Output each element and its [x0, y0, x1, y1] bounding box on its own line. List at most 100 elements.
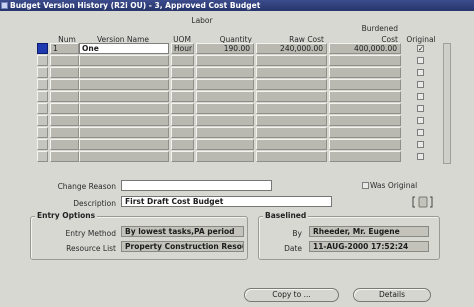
table-row[interactable]	[37, 139, 437, 151]
cell-num[interactable]	[50, 55, 79, 66]
cell-version-name[interactable]	[79, 55, 169, 66]
original-checkbox[interactable]: ✓	[417, 45, 424, 53]
cell-version-name[interactable]	[79, 67, 169, 78]
cell-version-name[interactable]	[79, 151, 169, 162]
cell-quantity[interactable]	[196, 115, 254, 126]
cell-raw-cost[interactable]	[256, 127, 327, 138]
cell-quantity[interactable]	[196, 67, 254, 78]
baselined-date-field[interactable]: 11-AUG-2000 17:52:24	[309, 241, 429, 252]
table-row[interactable]	[37, 103, 437, 115]
original-checkbox[interactable]	[417, 129, 424, 136]
table-row[interactable]	[37, 151, 437, 163]
cell-num[interactable]	[50, 139, 79, 150]
change-reason-field[interactable]	[121, 180, 272, 191]
details-button[interactable]: Details	[353, 288, 431, 302]
cell-burdened-cost[interactable]	[329, 67, 401, 78]
cell-num[interactable]	[50, 67, 79, 78]
cell-num[interactable]	[50, 127, 79, 138]
cell-quantity[interactable]	[196, 103, 254, 114]
cell-raw-cost[interactable]	[256, 139, 327, 150]
cell-uom[interactable]: Hour	[171, 43, 194, 54]
copy-to-button[interactable]: Copy to ...	[244, 288, 339, 302]
cell-quantity[interactable]	[196, 151, 254, 162]
cell-num[interactable]	[50, 79, 79, 90]
cell-uom[interactable]	[171, 127, 194, 138]
baselined-by-field[interactable]: Rheeder, Mr. Eugene	[309, 226, 429, 237]
cell-burdened-cost[interactable]: 400,000.00	[329, 43, 401, 54]
cell-burdened-cost[interactable]	[329, 91, 401, 102]
original-checkbox[interactable]	[417, 69, 424, 76]
row-selector[interactable]	[37, 103, 48, 114]
description-field[interactable]: First Draft Cost Budget	[121, 196, 332, 207]
row-selector[interactable]	[37, 127, 48, 138]
resource-list-field[interactable]: Property Construction Resourc	[121, 241, 244, 252]
cell-uom[interactable]	[171, 79, 194, 90]
row-selector[interactable]	[37, 67, 48, 78]
cell-uom[interactable]	[171, 67, 194, 78]
original-checkbox[interactable]	[417, 93, 424, 100]
table-row[interactable]	[37, 115, 437, 127]
cell-burdened-cost[interactable]	[329, 151, 401, 162]
original-checkbox[interactable]	[417, 141, 424, 148]
cell-uom[interactable]	[171, 103, 194, 114]
row-selector[interactable]	[37, 55, 48, 66]
cell-quantity[interactable]	[196, 139, 254, 150]
cell-num[interactable]	[50, 151, 79, 162]
cell-version-name[interactable]	[79, 79, 169, 90]
cell-uom[interactable]	[171, 139, 194, 150]
cell-version-name[interactable]	[79, 139, 169, 150]
row-selector[interactable]	[37, 91, 48, 102]
table-row[interactable]	[37, 127, 437, 139]
table-row[interactable]	[37, 55, 437, 67]
cell-raw-cost[interactable]	[256, 67, 327, 78]
cell-raw-cost[interactable]	[256, 91, 327, 102]
was-original-checkbox[interactable]	[362, 182, 369, 189]
cell-burdened-cost[interactable]	[329, 127, 401, 138]
cell-burdened-cost[interactable]	[329, 55, 401, 66]
cell-quantity[interactable]	[196, 127, 254, 138]
cell-version-name[interactable]	[79, 103, 169, 114]
cell-uom[interactable]	[171, 115, 194, 126]
grid-scrollbar[interactable]	[443, 43, 451, 164]
cell-version-name[interactable]: One	[79, 43, 169, 54]
cell-burdened-cost[interactable]	[329, 79, 401, 90]
cell-raw-cost[interactable]: 240,000.00	[256, 43, 327, 54]
cell-uom[interactable]	[171, 91, 194, 102]
cell-quantity[interactable]	[196, 91, 254, 102]
original-checkbox[interactable]	[417, 117, 424, 124]
cell-num[interactable]	[50, 91, 79, 102]
table-row[interactable]: 1 One Hour 190.00 240,000.00 400,000.00 ✓	[37, 43, 437, 55]
cell-quantity[interactable]	[196, 79, 254, 90]
cell-version-name[interactable]	[79, 115, 169, 126]
cell-raw-cost[interactable]	[256, 115, 327, 126]
cell-num[interactable]	[50, 103, 79, 114]
cell-raw-cost[interactable]	[256, 55, 327, 66]
cell-burdened-cost[interactable]	[329, 115, 401, 126]
cell-burdened-cost[interactable]	[329, 103, 401, 114]
cell-raw-cost[interactable]	[256, 151, 327, 162]
cell-version-name[interactable]	[79, 91, 169, 102]
bracket-button[interactable]	[411, 195, 434, 209]
cell-num[interactable]	[50, 115, 79, 126]
row-selector[interactable]	[37, 79, 48, 90]
original-checkbox[interactable]	[417, 105, 424, 112]
cell-raw-cost[interactable]	[256, 103, 327, 114]
cell-version-name[interactable]	[79, 127, 169, 138]
cell-quantity[interactable]	[196, 55, 254, 66]
cell-uom[interactable]	[171, 151, 194, 162]
row-selector[interactable]	[37, 43, 48, 54]
original-checkbox[interactable]	[417, 81, 424, 88]
cell-uom[interactable]	[171, 55, 194, 66]
table-row[interactable]	[37, 67, 437, 79]
table-row[interactable]	[37, 79, 437, 91]
entry-method-field[interactable]: By lowest tasks,PA period	[121, 226, 244, 237]
original-checkbox[interactable]	[417, 57, 424, 64]
row-selector[interactable]	[37, 115, 48, 126]
original-checkbox[interactable]	[417, 153, 424, 160]
cell-num[interactable]: 1	[50, 43, 79, 54]
cell-raw-cost[interactable]	[256, 79, 327, 90]
row-selector[interactable]	[37, 151, 48, 162]
table-row[interactable]	[37, 91, 437, 103]
cell-burdened-cost[interactable]	[329, 139, 401, 150]
cell-quantity[interactable]: 190.00	[196, 43, 254, 54]
